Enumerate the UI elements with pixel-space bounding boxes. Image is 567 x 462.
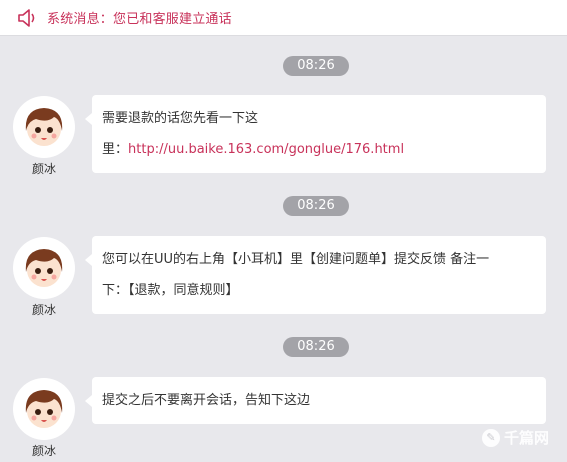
message-text: 您可以在UU的右上角【小耳机】里【创建问题单】提交反馈 备注一	[102, 252, 490, 267]
avatar-girl-icon	[25, 249, 63, 287]
avatar-girl-icon	[25, 108, 63, 146]
message-text: 提交之后不要离开会话，告知下这边	[102, 393, 311, 408]
sender-block: 颜冰	[13, 378, 75, 459]
timestamp: 08:26	[283, 196, 349, 216]
message-bubble[interactable]: 您可以在UU的右上角【小耳机】里【创建问题单】提交反馈 备注一 下：【退款，同意…	[85, 236, 546, 314]
avatar[interactable]	[13, 378, 75, 440]
message-bubble[interactable]: 需要退款的话您先看一下这 里：http://uu.baike.163.com/g…	[85, 95, 546, 173]
sender-block: 颜冰	[13, 237, 75, 318]
message-text-line2: 下：【退款，同意规则】	[102, 283, 239, 298]
timestamp: 08:26	[283, 56, 349, 76]
avatar[interactable]	[13, 96, 75, 158]
watermark-logo-icon: ✎	[481, 428, 500, 447]
avatar[interactable]	[13, 237, 75, 299]
message-text-line2: 里：http://uu.baike.163.com/gonglue/176.ht…	[102, 134, 536, 165]
message-bubble[interactable]: 提交之后不要离开会话，告知下这边	[85, 377, 546, 424]
message-link[interactable]: http://uu.baike.163.com/gonglue/176.html	[128, 142, 404, 157]
sender-name: 颜冰	[31, 303, 56, 317]
message-text-prefix: 里：	[102, 142, 129, 157]
timestamp: 08:26	[283, 337, 349, 357]
sender-name: 颜冰	[31, 444, 56, 458]
sender-name: 颜冰	[31, 162, 56, 176]
avatar-girl-icon	[25, 390, 63, 428]
watermark-text: 千篇网	[503, 429, 549, 447]
system-notice-bar: 系统消息：您已和客服建立通话	[0, 0, 567, 36]
message-text: 需要退款的话您先看一下这	[102, 111, 259, 126]
watermark: ✎ 千篇网	[481, 427, 549, 448]
speaker-icon	[17, 8, 41, 28]
system-notice-text: 系统消息：您已和客服建立通话	[47, 12, 232, 27]
chat-area[interactable]: 08:26 颜冰 需要退款的话您先看一下这 里：http://uu.baike.…	[0, 37, 567, 462]
sender-block: 颜冰	[13, 96, 75, 177]
